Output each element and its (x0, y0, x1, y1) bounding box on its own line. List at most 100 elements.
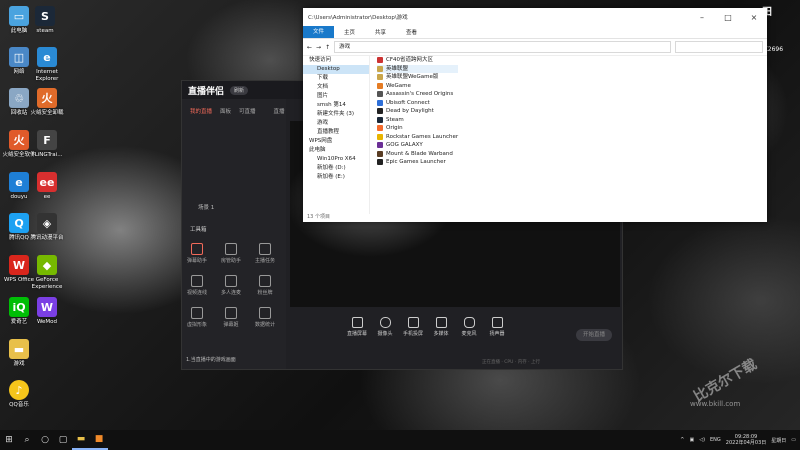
desktop-icon-games-folder[interactable]: ▬ 游戏 (0, 339, 38, 368)
desktop-icon-huorong-uninstall[interactable]: 火 火绒安全卸载 (28, 88, 66, 117)
nav-item[interactable]: WPS网盘 (303, 137, 369, 146)
nav-item[interactable]: 文档 (303, 83, 369, 92)
nav-item[interactable]: 直播教程 (303, 128, 369, 137)
phone-cast-button[interactable]: 手机投屏 (402, 317, 424, 353)
ribbon-tab-file[interactable]: 文件 (303, 26, 335, 38)
address-bar[interactable]: 游戏 (334, 41, 671, 53)
search-icon[interactable]: ⌕ (18, 430, 36, 450)
tool-danmu-assistant[interactable]: 弹幕助手 (184, 243, 210, 264)
scene-label[interactable]: 场景 1 (198, 203, 214, 211)
nav-item[interactable]: 新建文件夹 (3) (303, 110, 369, 119)
file-explorer-taskbar-icon[interactable]: ▬ (72, 430, 90, 450)
list-item[interactable]: Epic Games Launcher (377, 158, 458, 167)
tab-panel[interactable]: 面板 (220, 107, 231, 115)
network-tray-icon[interactable]: ▣ (689, 437, 694, 443)
multimedia-button[interactable]: 多媒体 (430, 317, 452, 353)
nav-item[interactable]: Win10Pro X64 (303, 155, 369, 164)
tools-title: 工具箱 (190, 227, 207, 233)
shortcut-icon (377, 150, 383, 157)
tool-stats[interactable]: 数据统计 (252, 307, 278, 328)
list-item[interactable]: 英雄联盟WeGame版 (377, 73, 458, 82)
nav-item[interactable]: 游戏 (303, 119, 369, 128)
wemod-icon: W (37, 297, 57, 317)
streaming-tabs: 我的直播 面板 可直播 直播 (190, 107, 285, 115)
desktop-icon-wemod[interactable]: W WeMod (28, 297, 66, 326)
watermark-url: www.bkill.com (690, 400, 741, 408)
tool-anchor-task[interactable]: 主播任务 (252, 243, 278, 264)
windows-start-icon[interactable]: ⊞ (0, 430, 18, 450)
screen-capture-button[interactable]: 直播屏幕 (346, 317, 368, 353)
list-item[interactable]: 英雄联盟 (377, 64, 459, 73)
camera-button[interactable]: 摄像头 (374, 317, 396, 353)
tab-live[interactable]: 直播 (274, 107, 285, 115)
ribbon-tab-share[interactable]: 共享 (365, 28, 396, 36)
maximize-icon[interactable]: □ (715, 13, 741, 22)
desktop-icon-ie[interactable]: e Internet Explorer (28, 47, 66, 83)
stats-icon (259, 307, 271, 319)
back-arrow-icon[interactable]: ← (307, 44, 312, 51)
recycle-bin-icon: ♲ (9, 88, 29, 108)
list-item[interactable]: Mount & Blade Warband (377, 150, 458, 159)
list-item[interactable]: GOG GALAXY (377, 141, 458, 150)
desktop-icon-fling[interactable]: F FLiNGTrai... (28, 130, 66, 159)
nav-item[interactable]: 下载 (303, 74, 369, 83)
tab-available[interactable]: 可直播 (239, 107, 256, 115)
desktop-icon-game-platform[interactable]: ◈ 腾讯动漫平台 (28, 213, 66, 242)
list-item[interactable]: Origin (377, 124, 458, 133)
minimize-icon[interactable]: – (689, 13, 715, 22)
ee-icon: ee (37, 172, 57, 192)
nav-item[interactable]: 新加卷 (D:) (303, 164, 369, 173)
nav-item[interactable]: 新加卷 (E:) (303, 173, 369, 182)
clock[interactable]: 09:28:09 2022年04月03日 (726, 434, 766, 446)
explorer-titlebar: C:\Users\Administrator\Desktop\游戏 – □ × (303, 8, 767, 26)
start-stream-button[interactable]: 开始直播 (576, 329, 612, 341)
list-item[interactable]: CF40省道跨网大区 (377, 56, 458, 65)
task-view-icon[interactable]: ▢ (54, 430, 72, 450)
file-explorer-window: C:\Users\Administrator\Desktop\游戏 – □ × … (303, 8, 767, 222)
list-item[interactable]: Steam (377, 116, 458, 125)
tool-danmu-ji[interactable]: 弹幕姬 (218, 307, 244, 328)
nav-item[interactable]: Desktop (303, 65, 369, 74)
desktop-icon-ee[interactable]: ee ee (28, 172, 66, 201)
speaker-button[interactable]: 扬声器 (486, 317, 508, 353)
up-arrow-icon[interactable]: ↑ (325, 44, 330, 51)
navigation-pane: 快速访问 Desktop 下载 文档 图片 smsh 第14 新建文件夹 (3)… (303, 56, 370, 214)
up-caret-icon[interactable]: ^ (680, 437, 684, 443)
tab-my-stream[interactable]: 我的直播 (190, 107, 212, 115)
list-item[interactable]: Rockstar Games Launcher (377, 133, 458, 142)
close-icon[interactable]: × (741, 13, 767, 22)
play-icon (435, 317, 447, 328)
tool-fan-badge[interactable]: 粉丝牌 (252, 275, 278, 296)
desktop-icon-qqmusic[interactable]: ♪ QQ音乐 (0, 380, 38, 409)
ribbon-tab-home[interactable]: 主页 (334, 28, 365, 36)
shortcut-icon (377, 65, 383, 72)
list-item[interactable]: Dead by Daylight (377, 107, 458, 116)
task-icon (259, 243, 271, 255)
microphone-button[interactable]: 麦克风 (458, 317, 480, 353)
streaming-app-taskbar-icon[interactable]: ■ (90, 430, 108, 450)
forward-arrow-icon[interactable]: → (316, 44, 321, 51)
tool-video-link[interactable]: 视频连线 (184, 275, 210, 296)
cortana-icon[interactable]: ○ (36, 430, 54, 450)
nav-item[interactable]: 图片 (303, 92, 369, 101)
explorer-ribbon: 文件 主页 共享 查看 (303, 26, 767, 39)
language-indicator[interactable]: ENG (710, 437, 721, 443)
desktop-icon-geforce[interactable]: ◆ GeForce Experience (28, 255, 66, 291)
ribbon-tab-view[interactable]: 查看 (396, 28, 427, 36)
tool-avatar[interactable]: 虚拟形象 (184, 307, 210, 328)
desktop-icon-steam[interactable]: S steam (26, 6, 64, 35)
notification-icon[interactable]: ▭ (791, 437, 796, 443)
nav-item[interactable]: 此电脑 (303, 146, 369, 155)
list-item[interactable]: WeGame (377, 82, 458, 91)
nav-item[interactable]: smsh 第14 (303, 101, 369, 110)
tool-multi-mic[interactable]: 多人连麦 (218, 275, 244, 296)
search-input[interactable] (675, 41, 763, 53)
list-item[interactable]: Assassin's Creed Origins (377, 90, 458, 99)
list-item[interactable]: Ubisoft Connect (377, 99, 458, 108)
refresh-badge[interactable]: 刷新 (230, 85, 249, 95)
volume-icon[interactable]: ◁) (699, 437, 705, 443)
explorer-status: 13 个项目 (307, 214, 330, 220)
weekday: 星期日 (771, 437, 787, 444)
tool-room-admin[interactable]: 房管助手 (218, 243, 244, 264)
nav-item[interactable]: 快速访问 (303, 56, 369, 65)
